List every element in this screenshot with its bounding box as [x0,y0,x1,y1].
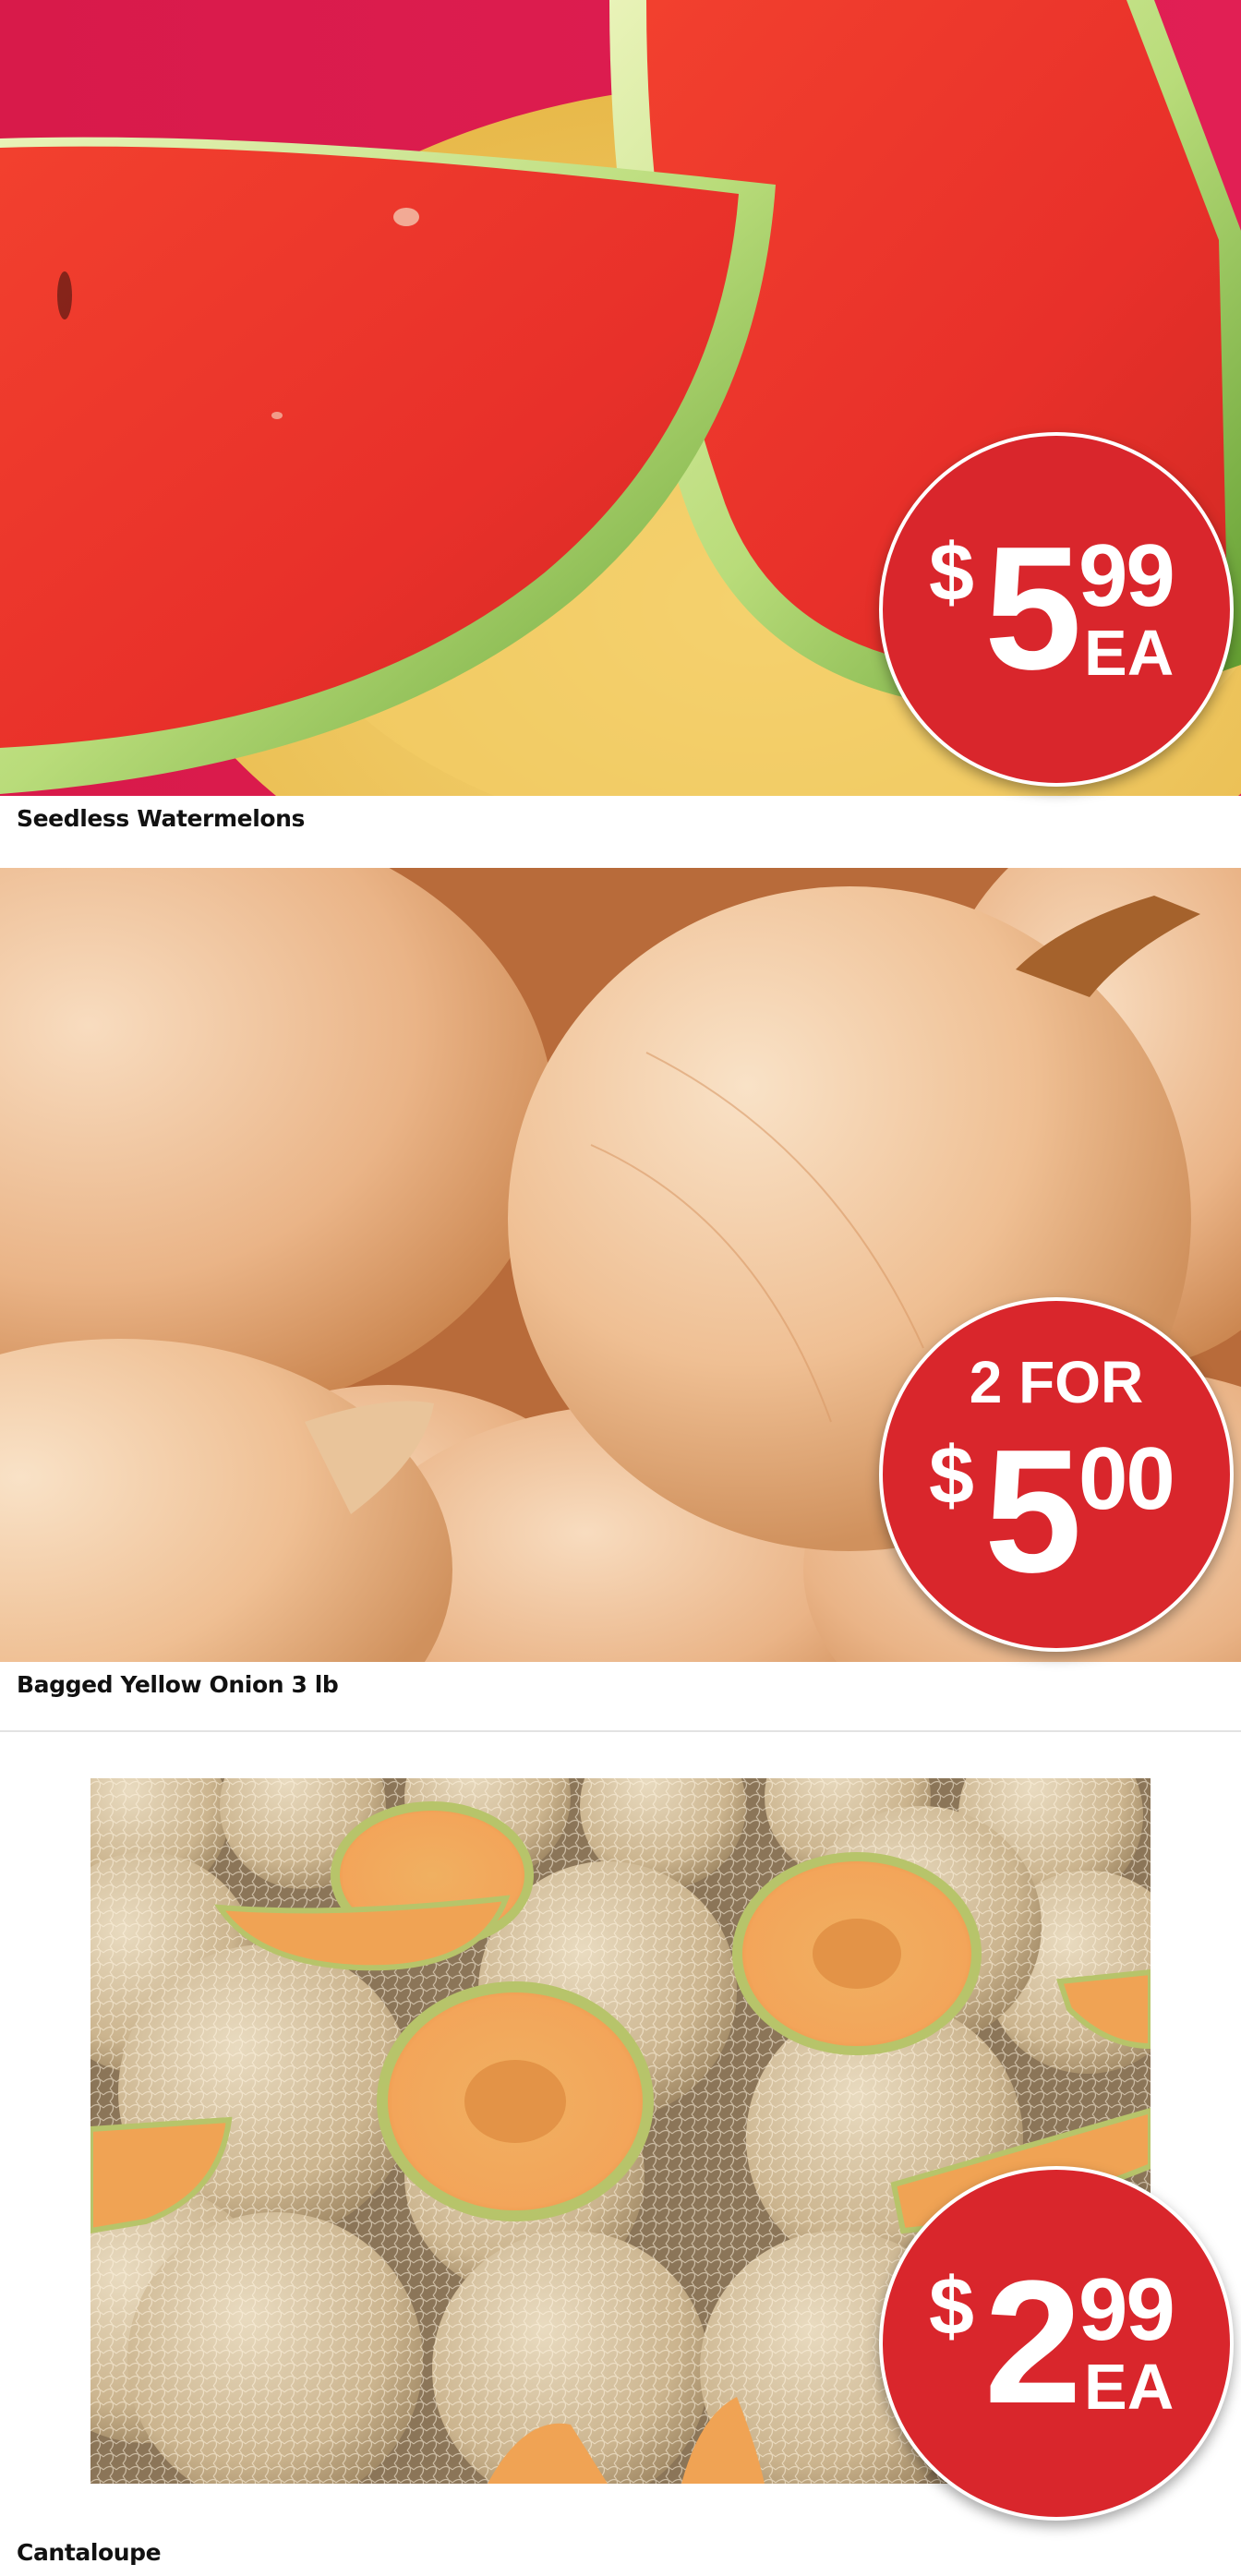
price-cents: 00 [1078,1429,1175,1528]
product-card-onion[interactable]: 2 FOR $ 5 00 Bagged Yellow Onion 3 lb [0,868,1241,1736]
product-name[interactable]: Bagged Yellow Onion 3 lb [17,1671,339,1698]
price-cents: 99 [1078,526,1175,625]
price-currency: $ [929,2260,974,2352]
price-unit: EA [1084,2351,1175,2423]
price-currency: $ [929,1429,974,1521]
price-badge: $ 5 99 EA [879,432,1234,787]
price-currency: $ [929,526,974,618]
price-unit: EA [1084,617,1175,689]
product-card-watermelon[interactable]: $ 5 99 EA Seedless Watermelons [0,0,1241,868]
price-cents: 99 [1078,2260,1175,2359]
product-card-cantaloupe[interactable]: $ 2 99 EA Cantaloupe [0,1736,1241,2576]
price-badge: $ 2 99 EA [879,2166,1234,2521]
product-name[interactable]: Cantaloupe [17,2539,162,2566]
price-dollars: 5 [984,1414,1082,1609]
price-dollars: 2 [984,2245,1082,2440]
section-divider [0,1730,1241,1732]
price-badge: 2 FOR $ 5 00 [879,1297,1234,1652]
price-multi-quantity: 2 FOR [969,1349,1144,1415]
product-name[interactable]: Seedless Watermelons [17,805,305,832]
price-dollars: 5 [984,511,1082,706]
